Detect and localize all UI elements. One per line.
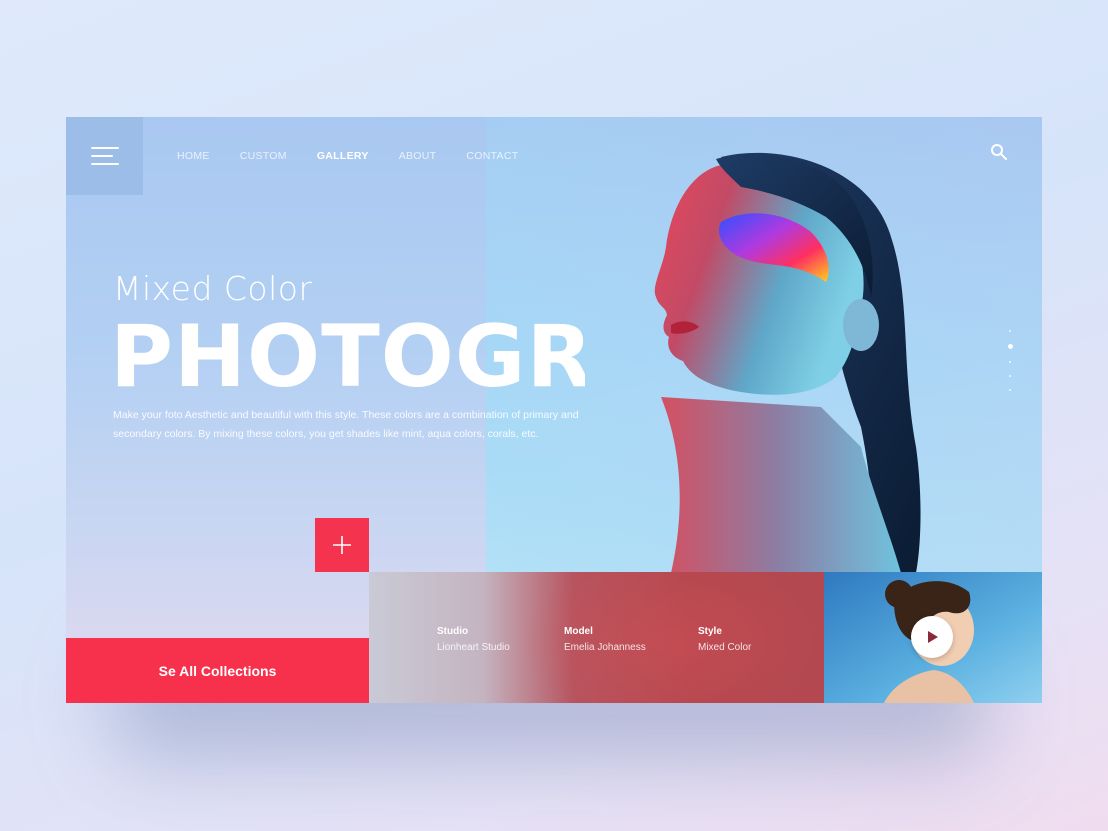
- menu-button[interactable]: [66, 117, 143, 195]
- detail-value: Mixed Color: [698, 642, 752, 653]
- main-nav: HOME CUSTOM GALLERY ABOUT CONTACT: [177, 150, 518, 162]
- see-all-collections-button[interactable]: Se All Collections: [66, 638, 369, 703]
- hero-card: HOME CUSTOM GALLERY ABOUT CONTACT Mixed …: [66, 117, 1042, 703]
- hero-subtitle: Mixed Color: [113, 269, 313, 308]
- video-thumbnail[interactable]: [824, 572, 1042, 703]
- hamburger-icon: [90, 147, 119, 165]
- details-panel: Studio Lionheart Studio Model Emelia Joh…: [369, 572, 824, 703]
- pagination-dot-active[interactable]: [1007, 344, 1013, 349]
- hero-portrait-image: [654, 152, 921, 573]
- hero-description: Make your foto Aesthetic and beautiful w…: [113, 409, 579, 440]
- detail-label: Studio: [437, 626, 469, 637]
- detail-studio: Studio Lionheart Studio: [437, 626, 510, 653]
- plus-icon: [333, 536, 351, 554]
- play-icon: [928, 631, 938, 643]
- nav-item-home[interactable]: HOME: [177, 150, 210, 162]
- detail-label: Style: [698, 626, 722, 637]
- pagination-dot[interactable]: [1009, 361, 1011, 363]
- detail-value: Lionheart Studio: [437, 642, 510, 653]
- detail-style: Style Mixed Color: [698, 626, 751, 653]
- hero-title: PHOTOGRA: [110, 307, 585, 407]
- pagination-dot[interactable]: [1009, 389, 1011, 391]
- detail-label: Model: [564, 626, 593, 637]
- slide-pagination: [1007, 330, 1013, 403]
- search-icon[interactable]: [990, 143, 1008, 161]
- detail-model: Model Emelia Johanness: [564, 626, 646, 653]
- play-button[interactable]: [911, 616, 953, 658]
- detail-value: Emelia Johanness: [564, 642, 646, 653]
- nav-item-custom[interactable]: CUSTOM: [240, 150, 287, 162]
- pagination-dot[interactable]: [1009, 375, 1011, 377]
- add-button[interactable]: [315, 518, 369, 572]
- pagination-dot[interactable]: [1009, 330, 1011, 332]
- nav-item-gallery[interactable]: GALLERY: [317, 150, 369, 162]
- nav-item-about[interactable]: ABOUT: [399, 150, 437, 162]
- nav-item-contact[interactable]: CONTACT: [466, 150, 518, 162]
